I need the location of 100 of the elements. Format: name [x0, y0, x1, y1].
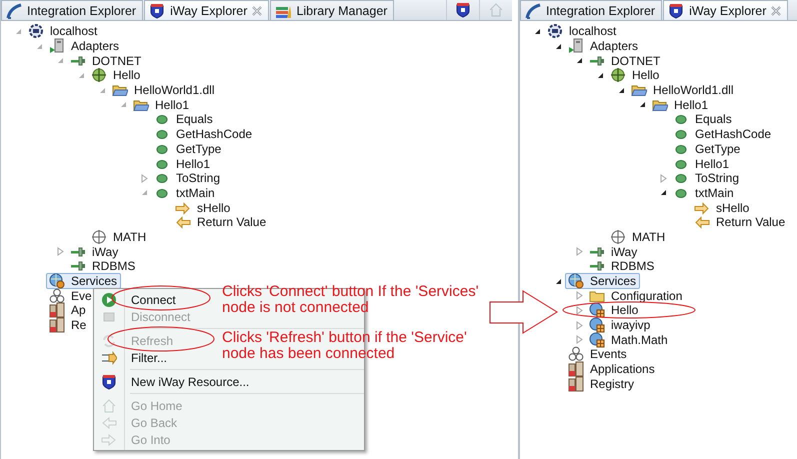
tree-item[interactable]: localhost	[544, 23, 620, 40]
building-icon	[49, 317, 65, 334]
tree-item[interactable]: Equals	[670, 111, 736, 128]
crosshair-icon	[91, 67, 107, 84]
server-icon	[547, 23, 563, 40]
tab[interactable]: Library Manager	[270, 0, 394, 20]
tree-item[interactable]: Services	[46, 273, 122, 290]
globe-grid-icon	[589, 317, 605, 334]
annotation-text: Clicks 'Refresh' button if the 'Service' node has been connected	[222, 330, 468, 362]
tree-item[interactable]: sHello	[691, 200, 754, 216]
tree-item[interactable]: MATH	[607, 228, 670, 245]
tree-item[interactable]: Events	[565, 346, 631, 362]
tree-item[interactable]: Return Value	[691, 214, 790, 230]
play-icon	[101, 292, 117, 308]
tree-item[interactable]: Adapters	[565, 38, 642, 54]
home-icon	[101, 398, 117, 414]
tab[interactable]: Integration Explorer	[520, 0, 662, 20]
tab[interactable]: iWay Explorer	[663, 0, 788, 20]
tree-item[interactable]: iWay	[67, 244, 122, 260]
tree-item[interactable]: GetHashCode	[670, 126, 776, 142]
tree-item[interactable]: GetType	[670, 140, 744, 157]
tree-item[interactable]: Hello1	[130, 96, 194, 113]
tree-item[interactable]: RDBMS	[586, 258, 658, 274]
tree-item[interactable]: Re	[46, 317, 90, 334]
tree-item[interactable]: Services	[565, 273, 640, 290]
right-arrow-icon	[101, 432, 117, 448]
tree-item[interactable]: Hello1	[151, 156, 214, 172]
tree-item[interactable]: DOTNET	[586, 52, 664, 69]
tree-item[interactable]: Return Value	[172, 214, 270, 230]
tree-item[interactable]: localhost	[25, 23, 102, 40]
globe-grid-icon	[589, 332, 605, 348]
globe-grid-icon	[589, 302, 605, 318]
tree-item[interactable]: Configuration	[586, 288, 686, 304]
building-icon	[568, 376, 584, 392]
curve-icon	[6, 2, 22, 18]
tree-item[interactable]: Hello	[607, 67, 664, 84]
building-icon	[568, 361, 584, 378]
tree-item[interactable]: iWay	[586, 244, 642, 260]
tree-item[interactable]: MATH	[88, 228, 150, 245]
expander-arrow[interactable]	[554, 42, 562, 50]
adapter-icon	[49, 38, 65, 54]
tree-item[interactable]: Hello	[586, 302, 642, 318]
tree-item[interactable]: txtMain	[151, 184, 219, 201]
globe-gear-icon	[49, 273, 65, 290]
right-arrow-icon	[694, 200, 710, 216]
tree-item[interactable]: Registry	[565, 376, 638, 392]
shield-icon	[149, 2, 166, 18]
tree-item[interactable]: GetHashCode	[151, 126, 256, 142]
expander-arrow[interactable]	[534, 28, 540, 35]
crosshair-icon	[610, 228, 626, 245]
tree-item[interactable]: Hello1	[670, 156, 734, 172]
shield-icon	[101, 374, 117, 390]
shield-icon[interactable]	[455, 2, 471, 18]
refresh-icon	[101, 332, 117, 348]
right-arrow-icon	[175, 200, 191, 216]
left-arrow-icon	[175, 214, 191, 230]
tree-item[interactable]: sHello	[172, 200, 234, 216]
close-icon[interactable]	[771, 6, 782, 16]
expander-arrow[interactable]	[576, 57, 582, 64]
expander-arrow[interactable]	[596, 72, 604, 79]
left-arrow-icon	[694, 214, 710, 230]
callout-arrow	[490, 290, 558, 334]
circles-icon	[49, 288, 65, 304]
curve-icon	[525, 2, 541, 18]
expander-arrow[interactable]	[554, 278, 562, 285]
left-arrow-icon	[101, 414, 117, 430]
tree-item[interactable]: Hello	[88, 67, 144, 84]
tree-item[interactable]: Adapters	[46, 38, 124, 54]
tree-item[interactable]: ToString	[670, 170, 744, 186]
tree-item[interactable]: ToString	[151, 170, 224, 186]
menu-item[interactable]: Filter...	[94, 349, 222, 366]
shield-icon	[668, 2, 684, 18]
server-icon	[28, 23, 44, 40]
menu-item[interactable]: New iWay Resource...	[94, 373, 254, 390]
expander-arrow[interactable]	[660, 189, 666, 196]
globe-gear-icon	[568, 273, 584, 290]
tree-item[interactable]: Equals	[151, 111, 217, 128]
expander-arrow[interactable]	[638, 101, 646, 108]
tree-item[interactable]: HelloWorld1.dll	[628, 82, 738, 98]
expander-arrow[interactable]	[618, 86, 624, 94]
tree-item[interactable]: Ap	[46, 302, 90, 318]
tab[interactable]: iWay Explorer	[144, 0, 270, 20]
crosshair-icon	[610, 67, 626, 84]
menu-item[interactable]: Connect	[94, 291, 222, 308]
tree-item[interactable]: txtMain	[670, 184, 738, 201]
tree-item[interactable]: GetType	[151, 140, 226, 157]
tree-item[interactable]: DOTNET	[67, 52, 146, 69]
close-icon[interactable]	[252, 6, 262, 16]
tree-item[interactable]: Math.Math	[586, 332, 672, 348]
circles-icon	[568, 346, 584, 362]
tree-item[interactable]: Eve	[46, 288, 96, 304]
annotation-text: Clicks 'Connect' button If the 'Services' node is not connected	[222, 284, 480, 316]
crosshair-icon	[91, 228, 107, 245]
tree-item[interactable]: RDBMS	[67, 258, 140, 274]
tree-item[interactable]: Hello1	[649, 96, 712, 113]
building-icon	[49, 302, 65, 318]
tree-item[interactable]: Applications	[565, 361, 659, 378]
tab[interactable]: Integration Explorer	[1, 0, 144, 20]
tree-item[interactable]: iwayivp	[586, 317, 654, 334]
tree-item[interactable]: HelloWorld1.dll	[109, 82, 218, 98]
